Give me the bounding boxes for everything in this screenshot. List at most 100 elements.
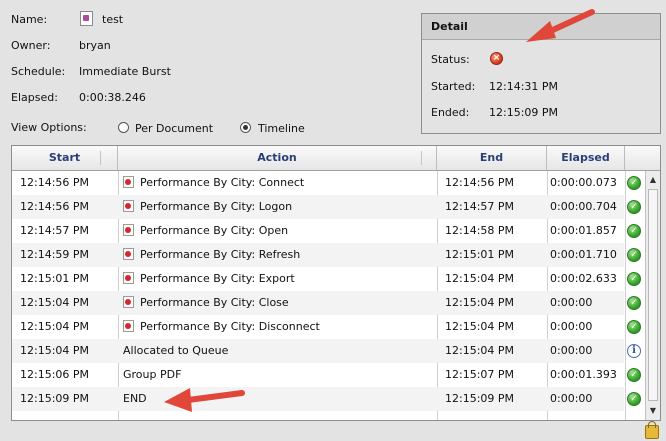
action-text: Performance By City: Refresh <box>140 248 301 261</box>
action-icon <box>123 272 134 284</box>
action-icon <box>123 248 134 260</box>
start-cell: 12:14:56 PM <box>20 200 90 213</box>
end-cell: 12:15:01 PM <box>445 248 515 261</box>
action-cell: Performance By City: Disconnect <box>123 315 320 339</box>
column-header-elapsed[interactable]: Elapsed <box>547 146 625 170</box>
view-options-label: View Options: <box>11 121 87 134</box>
grid-header: Start Action End Elapsed <box>12 146 660 171</box>
action-text: END <box>123 392 147 405</box>
elapsed-cell: 0:00:00.073 <box>550 176 617 189</box>
end-cell: 12:15:07 PM <box>445 368 515 381</box>
elapsed-cell: 0:00:01.710 <box>550 248 617 261</box>
success-icon[interactable]: ✓ <box>627 368 641 382</box>
info-icon[interactable]: i <box>627 344 641 358</box>
table-row[interactable]: 12:15:04 PM Performance By City: Close 12:… <box>12 291 641 315</box>
action-cell: Performance By City: Connect <box>123 171 304 195</box>
table-row[interactable]: 12:15:04 PM Allocated to Queue 12:15:04 PM… <box>12 339 641 363</box>
elapsed-cell: 0:00:01.393 <box>550 368 617 381</box>
table-row[interactable]: 12:14:56 PM Performance By City: Connect 1… <box>12 171 641 195</box>
success-icon[interactable]: ✓ <box>627 272 641 286</box>
end-cell: 12:14:57 PM <box>445 200 515 213</box>
annotation-arrow-icon <box>526 9 595 42</box>
action-text: Allocated to Queue <box>123 344 229 357</box>
success-icon[interactable]: ✓ <box>627 392 641 406</box>
column-divider <box>421 151 422 165</box>
action-text: Performance By City: Connect <box>140 176 305 189</box>
owner-value: bryan <box>79 39 111 52</box>
success-icon[interactable]: ✓ <box>627 320 641 334</box>
action-text: Performance By City: Export <box>140 272 295 285</box>
timeline-grid: Start Action End Elapsed 12:14:56 PM Perf… <box>11 145 661 421</box>
start-cell: 12:15:06 PM <box>20 368 90 381</box>
action-cell: Performance By City: Close <box>123 291 289 315</box>
timeline-radio[interactable] <box>240 122 251 133</box>
name-label: Name: <box>11 13 48 26</box>
elapsed-cell: 0:00:02.633 <box>550 272 617 285</box>
success-icon[interactable]: ✓ <box>627 200 641 214</box>
started-value: 12:14:31 PM <box>489 80 559 93</box>
action-icon <box>123 176 134 188</box>
end-cell: 12:15:09 PM <box>445 392 515 405</box>
column-header-end[interactable]: End <box>437 146 547 170</box>
action-cell: Performance By City: Refresh <box>123 243 300 267</box>
per-document-radio[interactable] <box>118 122 129 133</box>
action-icon <box>123 224 134 236</box>
per-document-label[interactable]: Per Document <box>135 122 213 135</box>
table-row[interactable]: 12:14:57 PM Performance By City: Open 12:1… <box>12 219 641 243</box>
started-label: Started: <box>431 80 476 93</box>
name-value: test <box>102 13 124 26</box>
elapsed-cell: 0:00:00 <box>550 344 593 357</box>
elapsed-cell: 0:00:00 <box>550 320 593 333</box>
action-cell: END <box>123 387 147 411</box>
success-icon[interactable]: ✓ <box>627 176 641 190</box>
action-text: Performance By City: Logon <box>140 200 293 213</box>
scroll-up-icon[interactable]: ▲ <box>647 173 659 187</box>
end-cell: 12:15:04 PM <box>445 272 515 285</box>
column-line <box>625 171 626 420</box>
annotation-arrow-icon <box>164 388 245 412</box>
success-icon[interactable]: ✓ <box>627 296 641 310</box>
report-icon <box>80 11 93 26</box>
column-header-start[interactable]: Start <box>12 146 118 170</box>
table-row[interactable]: 12:14:56 PM Performance By City: Logon 12:… <box>12 195 641 219</box>
start-cell: 12:14:59 PM <box>20 248 90 261</box>
success-icon[interactable]: ✓ <box>627 224 641 238</box>
elapsed-cell: 0:00:01.857 <box>550 224 617 237</box>
table-row[interactable]: 12:15:06 PM Group PDF 12:15:07 PM 0:00:01.3… <box>12 363 641 387</box>
timeline-label[interactable]: Timeline <box>258 122 305 135</box>
table-row[interactable]: 12:15:01 PM Performance By City: Export 12… <box>12 267 641 291</box>
end-cell: 12:15:04 PM <box>445 344 515 357</box>
lock-icon[interactable] <box>645 421 659 439</box>
column-header-status <box>625 146 660 170</box>
scroll-thumb[interactable] <box>648 189 658 401</box>
elapsed-label: Elapsed: <box>11 91 58 104</box>
start-cell: 12:15:09 PM <box>20 392 90 405</box>
elapsed-cell: 0:00:00.704 <box>550 200 617 213</box>
scroll-down-icon[interactable]: ▼ <box>647 404 659 418</box>
elapsed-cell: 0:00:00 <box>550 392 593 405</box>
start-cell: 12:15:04 PM <box>20 296 90 309</box>
start-cell: 12:14:56 PM <box>20 176 90 189</box>
action-text: Performance By City: Close <box>140 296 289 309</box>
elapsed-cell: 0:00:00 <box>550 296 593 309</box>
start-cell: 12:15:04 PM <box>20 344 90 357</box>
ended-label: Ended: <box>431 106 470 119</box>
column-header-action[interactable]: Action <box>118 146 437 170</box>
schedule-value: Immediate Burst <box>79 65 171 78</box>
status-label: Status: <box>431 53 470 66</box>
ended-value: 12:15:09 PM <box>489 106 559 119</box>
table-row[interactable]: 12:14:59 PM Performance By City: Refresh 1… <box>12 243 641 267</box>
success-icon[interactable]: ✓ <box>627 248 641 262</box>
end-cell: 12:15:04 PM <box>445 320 515 333</box>
action-cell: Performance By City: Logon <box>123 195 292 219</box>
vertical-scrollbar[interactable]: ▲ ▼ <box>645 171 660 420</box>
action-text: Performance By City: Disconnect <box>140 320 320 333</box>
error-icon: × <box>490 52 503 65</box>
table-row[interactable]: 12:15:09 PM END 12:15:09 PM 0:00:00 ✓ <box>12 387 641 411</box>
table-row[interactable]: 12:15:04 PM Performance By City: Disconne… <box>12 315 641 339</box>
column-divider <box>100 151 101 165</box>
action-icon <box>123 200 134 212</box>
start-cell: 12:14:57 PM <box>20 224 90 237</box>
action-icon <box>123 296 134 308</box>
elapsed-value: 0:00:38.246 <box>79 91 146 104</box>
